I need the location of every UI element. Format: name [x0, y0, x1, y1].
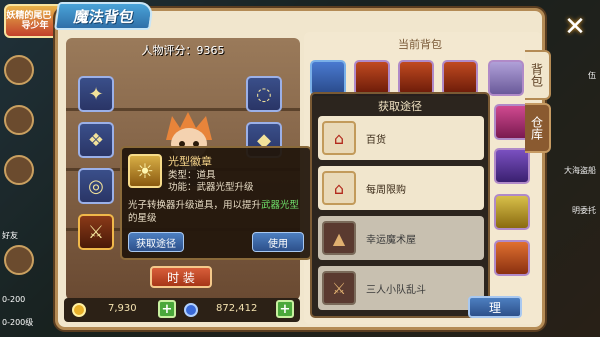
character-score: 人物评分：9365 [141, 44, 225, 57]
item-desc-part: 的星级 [128, 213, 157, 224]
equip-slot-ring[interactable]: ◎ [78, 168, 114, 204]
hud-avatar-icon[interactable] [4, 55, 34, 85]
inventory-item[interactable] [494, 240, 530, 276]
equip-slot-armor[interactable]: ❖ [78, 122, 114, 158]
source-item-store[interactable]: ⌂ 百货 [318, 116, 484, 160]
hud-level-text-2: 0-200级 [2, 318, 34, 327]
hud-level-text: 0-200 [2, 295, 26, 304]
hud-event-icon[interactable] [4, 155, 34, 185]
equip-slot-necklace[interactable]: ◌ [246, 76, 282, 112]
right-hud: 伍 大海盗船 明委托 [545, 40, 600, 330]
hud-commission-text: 明委托 [572, 206, 596, 215]
hud-quest-icon[interactable] [4, 105, 34, 135]
inventory-item[interactable] [354, 60, 390, 96]
crystal-coin-icon [184, 303, 198, 317]
item-tooltip: ☀ 光型徽章 类型：道具 功能：武器光型升级 光子转换器升级道具，用以提升武器光… [120, 146, 312, 260]
gold-coin-icon [72, 303, 86, 317]
tab-bag[interactable]: 背包 [525, 50, 551, 100]
source-item-label: 幸运魔术屋 [366, 234, 416, 246]
item-desc-part: 光子转换器升级道具，用以提升 [128, 200, 262, 211]
left-hud: 好友 0-200 0-200级 [0, 45, 40, 335]
source-item-label: 每周限购 [366, 184, 406, 196]
hud-team-text: 伍 [588, 71, 596, 80]
source-item-weekly[interactable]: ⌂ 每周限购 [318, 166, 484, 210]
sword-icon: ⚔ [87, 221, 105, 243]
hud-chat-icon[interactable] [4, 245, 34, 275]
item-desc-highlight: 武器光型 [261, 200, 300, 211]
get-source-button[interactable]: 获取途径 [128, 232, 184, 252]
use-button[interactable]: 使用 [252, 232, 304, 252]
add-gold-button[interactable]: + [158, 300, 176, 318]
equip-slot-weapon[interactable]: ✦ [78, 76, 114, 112]
inventory-item[interactable] [488, 60, 524, 96]
tab-warehouse[interactable]: 仓库 [525, 103, 551, 153]
ring-icon: ◎ [88, 175, 104, 197]
arrange-button-label: 理 [488, 300, 501, 315]
fashion-button-label: 时 装 [167, 270, 195, 285]
add-crystal-button[interactable]: + [276, 300, 294, 318]
source-panel: 获取途径 ⌂ 百货 ⌂ 每周限购 ▲ 幸运魔术屋 ⚔ 三人小队乱斗 [310, 92, 490, 318]
window-title: 魔法背包 [54, 2, 154, 30]
window-title-text: 魔法背包 [72, 7, 136, 26]
source-item-magic-house[interactable]: ▲ 幸运魔术屋 [318, 216, 484, 260]
inventory-item[interactable] [494, 148, 530, 184]
source-item-team-battle[interactable]: ⚔ 三人小队乱斗 [318, 266, 484, 310]
shop-icon: ⌂ [322, 171, 356, 205]
inventory-item[interactable] [442, 60, 478, 96]
necklace-icon: ◌ [256, 83, 272, 105]
source-item-label: 三人小队乱斗 [366, 284, 426, 296]
close-icon[interactable]: ✕ [558, 10, 592, 44]
arrange-button[interactable]: 理 [468, 296, 522, 318]
item-function: 功能：武器光型升级 [168, 182, 254, 193]
hud-friends-text: 好友 [2, 231, 18, 240]
wing-icon: ✦ [88, 83, 104, 105]
source-title: 获取途径 [378, 100, 422, 113]
magic-house-icon: ▲ [322, 221, 356, 255]
tab-bag-label: 背包 [529, 63, 544, 87]
currency-bar: 7,930 + 872,412 + [64, 298, 300, 322]
inventory-item[interactable] [494, 194, 530, 230]
use-button-label: 使用 [268, 238, 288, 250]
fashion-button[interactable]: 时 装 [150, 266, 212, 288]
get-source-button-label: 获取途径 [136, 238, 176, 250]
equip-slot-photon[interactable]: ⚔ [78, 214, 114, 250]
item-description: 光子转换器升级道具，用以提升武器光型的星级 [128, 199, 308, 225]
shop-icon: ⌂ [322, 121, 356, 155]
armor-icon: ❖ [87, 129, 105, 151]
hud-ship-text: 大海盗船 [564, 166, 596, 175]
crystal-amount: 872,412 [216, 303, 258, 314]
sun-badge-icon: ☀ [128, 154, 162, 188]
inventory-item[interactable] [398, 60, 434, 96]
bag-header: 当前背包 [398, 38, 442, 51]
inventory-item[interactable] [310, 60, 346, 96]
gold-amount: 7,930 [108, 303, 137, 314]
battle-icon: ⚔ [322, 271, 356, 305]
source-item-label: 百货 [366, 134, 386, 146]
tab-warehouse-label: 仓库 [529, 116, 544, 140]
